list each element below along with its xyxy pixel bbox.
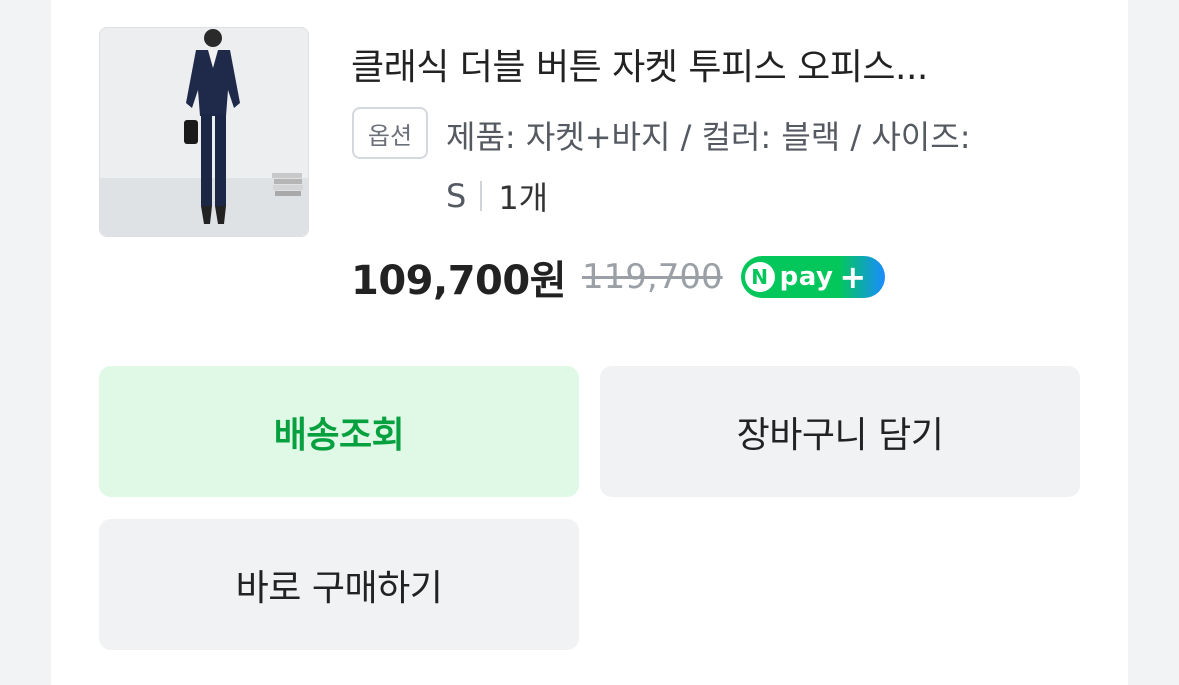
naver-n-icon: N [744,262,775,292]
quantity: 1개 [498,179,549,217]
track-delivery-button[interactable]: 배송조회 [99,366,579,497]
plus-icon: + [839,258,867,296]
add-to-cart-button[interactable]: 장바구니 담기 [600,366,1080,497]
option-size: S [446,177,467,215]
product-title[interactable]: 클래식 더블 버튼 자켓 투피스 오피스... [351,38,1071,90]
original-price: 119,700 [582,257,723,297]
product-thumbnail[interactable] [99,27,309,237]
npay-plus-badge: N pay + [740,256,885,298]
divider [480,181,483,211]
option-badge: 옵션 [352,107,428,159]
product-image [100,28,308,236]
buy-now-button[interactable]: 바로 구매하기 [99,519,579,650]
option-size-qty: S 1개 [446,173,548,219]
sale-price: 109,700원 [351,258,567,304]
option-details: 제품: 자켓+바지 / 컬러: 블랙 / 사이즈: [446,118,971,156]
price-row: 109,700원 119,700 N pay + [351,248,885,306]
npay-label: pay [779,262,834,292]
